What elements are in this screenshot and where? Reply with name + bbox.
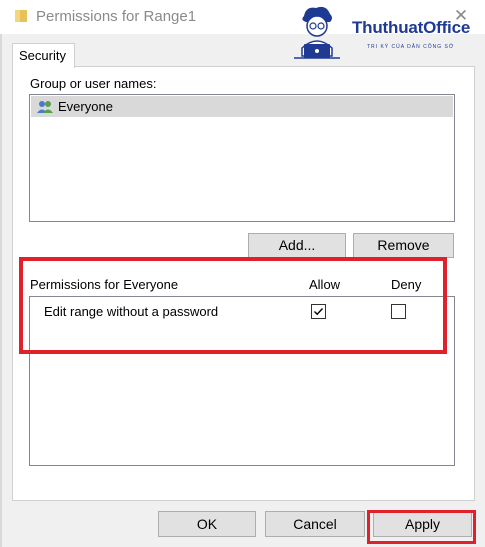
logo-name: ThuthuatOffice xyxy=(352,18,471,37)
window-edge xyxy=(0,34,2,547)
logo-tagline: TRI KỲ CỦA DÂN CÔNG SỞ xyxy=(367,44,455,50)
user-name: Everyone xyxy=(58,99,113,114)
thuthuatoffice-logo: ThuthuatOffice TRI KỲ CỦA DÂN CÔNG SỞ xyxy=(290,4,480,66)
remove-button[interactable]: Remove xyxy=(353,233,454,258)
cancel-button[interactable]: Cancel xyxy=(265,511,365,537)
folder-icon xyxy=(14,9,28,23)
user-list[interactable]: Everyone xyxy=(29,94,455,222)
list-item[interactable]: Everyone xyxy=(31,96,453,117)
apply-highlight-box xyxy=(367,510,476,544)
mascot-icon xyxy=(294,6,340,59)
add-button[interactable]: Add... xyxy=(248,233,346,258)
tab-label: Security xyxy=(19,48,66,63)
group-label: Group or user names: xyxy=(30,76,157,91)
users-icon xyxy=(36,99,54,115)
ok-button[interactable]: OK xyxy=(158,511,256,537)
highlight-box xyxy=(19,257,447,354)
tab-security[interactable]: Security xyxy=(12,43,75,68)
window-title: Permissions for Range1 xyxy=(36,8,197,25)
